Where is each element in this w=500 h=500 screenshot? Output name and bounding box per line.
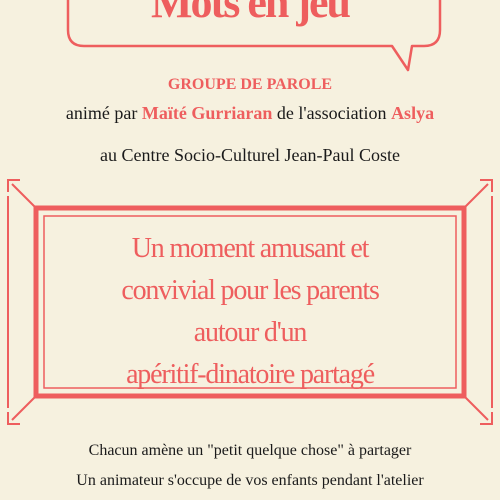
- highlight-text: Un moment amusant et convivial pour les …: [60, 228, 440, 396]
- venue-line: au Centre Socio-Culturel Jean-Paul Coste: [100, 145, 400, 165]
- page-title: Mots en jeu: [151, 0, 351, 27]
- info-childcare: Un animateur s'occupe de vos enfants pen…: [76, 472, 424, 489]
- host-middle: de l'association: [276, 103, 387, 123]
- highlight-line: Un moment amusant et: [131, 233, 370, 264]
- host-prefix: animé par: [65, 103, 138, 123]
- host-line: animé par Maïté Gurriaran de l'associati…: [0, 103, 500, 124]
- group-label: GROUPE DE PAROLE: [167, 76, 333, 93]
- highlight-line: autour d'un: [193, 317, 308, 348]
- highlight-line: convivial pour les parents: [121, 275, 379, 306]
- info-sharing: Chacun amène un "petit quelque chose" à …: [88, 442, 412, 459]
- highlight-line: apéritif-dinatoire partagé: [126, 359, 375, 390]
- host-name: Maïté Gurriaran: [141, 103, 273, 123]
- association-name: Aslya: [391, 103, 435, 123]
